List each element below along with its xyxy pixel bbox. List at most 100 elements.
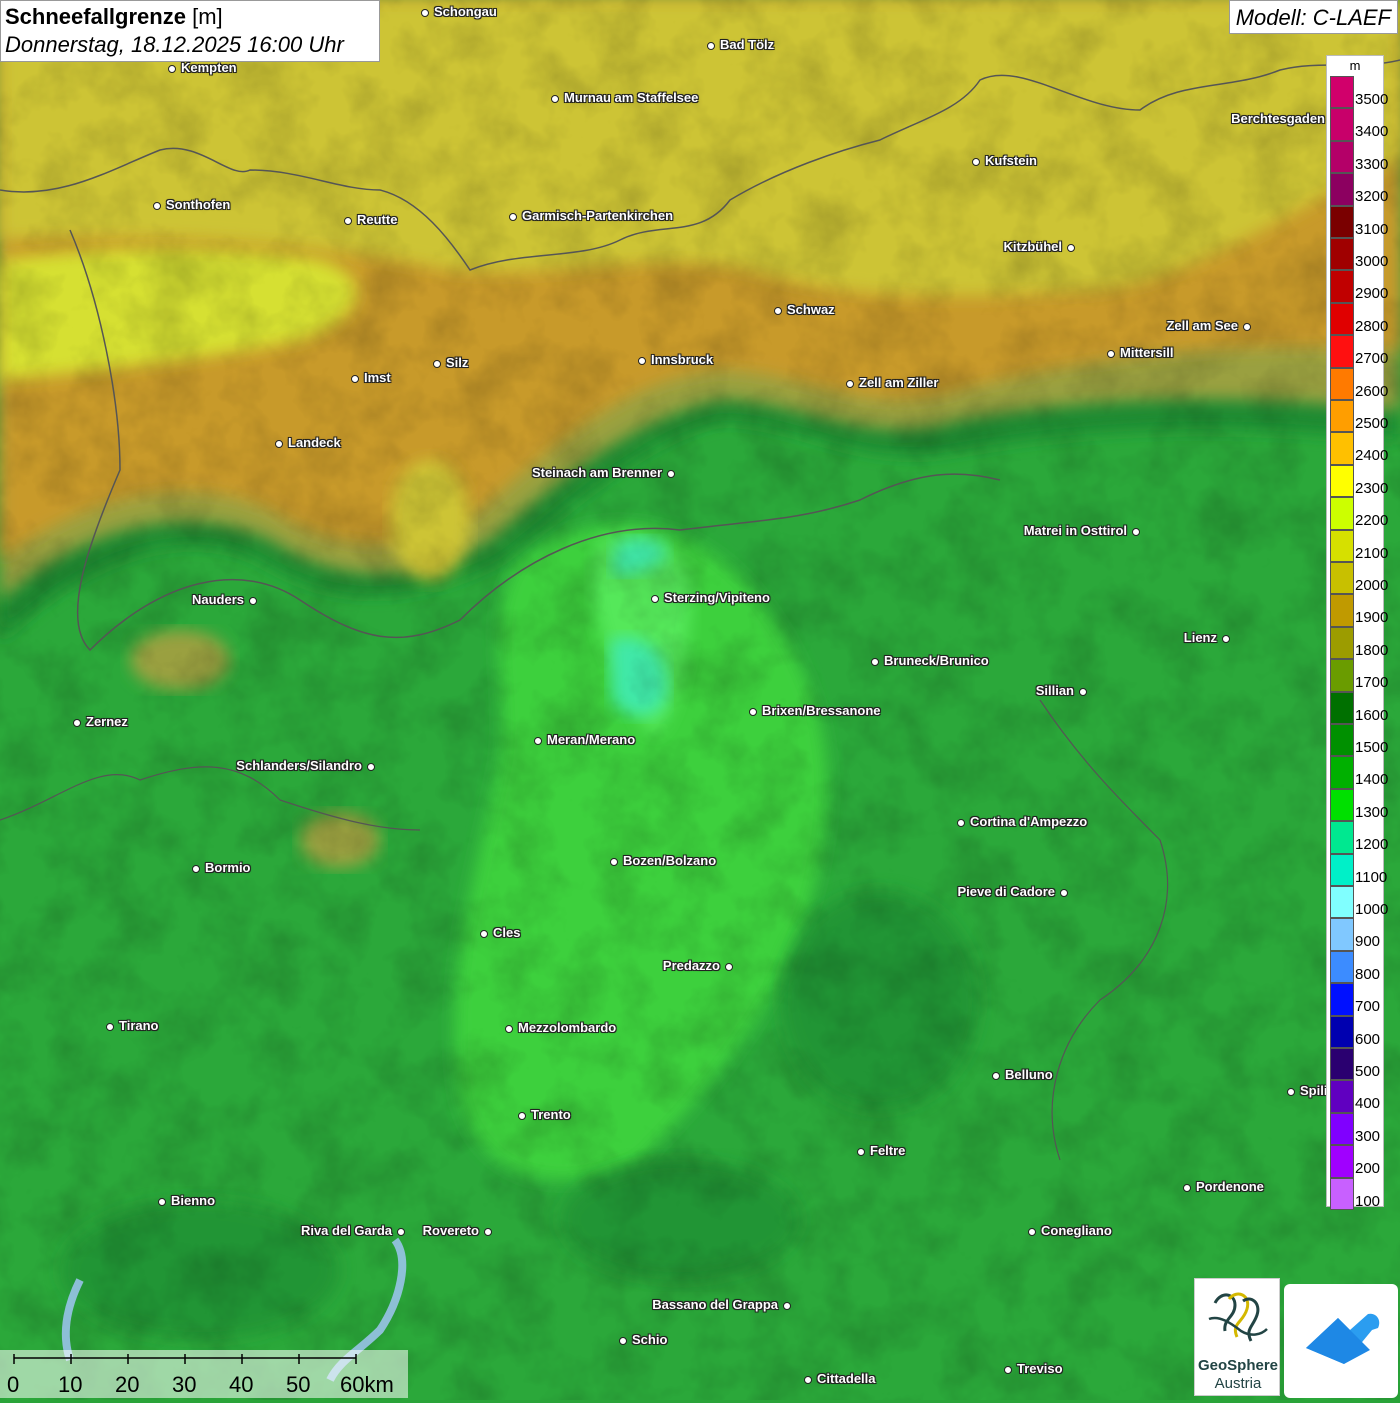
place-marker[interactable] (518, 1112, 526, 1120)
place-label: Zell am Ziller (859, 375, 939, 390)
legend-label: 1400 (1355, 771, 1389, 789)
place-marker[interactable] (638, 357, 646, 365)
place-marker[interactable] (484, 1228, 492, 1236)
legend-label: 1700 (1355, 674, 1389, 692)
place-marker[interactable] (667, 470, 675, 478)
austria-text: Austria (1214, 1375, 1262, 1392)
legend-label: 1800 (1355, 641, 1389, 659)
place-marker[interactable] (1287, 1088, 1295, 1096)
place-label: Imst (364, 370, 391, 385)
place-label: Sillian (1035, 683, 1074, 698)
place-marker[interactable] (725, 963, 733, 971)
place-label: Riva del Garda (300, 1223, 392, 1238)
place-label: Murnau am Staffelsee (564, 90, 699, 105)
place-marker[interactable] (534, 737, 542, 745)
place-marker[interactable] (106, 1023, 114, 1031)
place-label: Bassano del Grappa (652, 1297, 778, 1312)
legend-label: 1100 (1355, 868, 1388, 886)
place-marker[interactable] (619, 1337, 627, 1345)
weather-app-logo[interactable] (1284, 1284, 1398, 1398)
place-marker[interactable] (249, 597, 257, 605)
place-marker[interactable] (804, 1376, 812, 1384)
place-marker[interactable] (153, 202, 161, 210)
place-label: Bienno (171, 1193, 216, 1208)
place-marker[interactable] (168, 65, 176, 73)
legend-label: 2800 (1355, 317, 1389, 335)
place-label: Mezzolombardo (518, 1020, 617, 1035)
place-marker[interactable] (1132, 528, 1140, 536)
place-label: Schio (632, 1332, 668, 1347)
place-marker[interactable] (610, 858, 618, 866)
place-label: Lienz (1183, 630, 1217, 645)
place-marker[interactable] (1067, 244, 1075, 252)
place-marker[interactable] (158, 1198, 166, 1206)
legend-swatch (1330, 853, 1354, 886)
title-box: Schneefallgrenze [m] Donnerstag, 18.12.2… (0, 0, 380, 62)
place-marker[interactable] (551, 95, 559, 103)
place-label: Bozen/Bolzano (623, 853, 717, 868)
place-marker[interactable] (1028, 1228, 1036, 1236)
place-label: Kempten (181, 60, 237, 75)
place-marker[interactable] (509, 213, 517, 221)
legend-label: 1000 (1355, 901, 1389, 918)
legend-label: 600 (1355, 1030, 1381, 1048)
place-marker[interactable] (972, 158, 980, 166)
legend-label: 3200 (1355, 188, 1389, 206)
place-marker[interactable] (707, 42, 715, 50)
place-marker[interactable] (957, 819, 965, 827)
place-label: Landeck (288, 435, 341, 450)
place-marker[interactable] (1107, 350, 1115, 358)
legend-label: 3400 (1355, 123, 1389, 141)
place-marker[interactable] (749, 708, 757, 716)
place-marker[interactable] (783, 1302, 791, 1310)
scale-label-50: 50 (286, 1372, 311, 1397)
place-marker[interactable] (344, 217, 352, 225)
place-marker[interactable] (397, 1228, 405, 1236)
place-marker[interactable] (857, 1148, 865, 1156)
place-label: Zell am See (1166, 318, 1238, 333)
place-marker[interactable] (367, 763, 375, 771)
app-emblem-icon (1306, 1313, 1380, 1364)
place-label: Pieve di Cadore (957, 884, 1055, 899)
place-label: Tirano (119, 1018, 159, 1033)
place-marker[interactable] (1243, 323, 1251, 331)
legend-swatch (1330, 756, 1354, 789)
place-marker[interactable] (192, 865, 200, 873)
place-marker[interactable] (433, 360, 441, 368)
legend-swatch (1330, 367, 1354, 400)
place-label: Nauders (191, 592, 244, 607)
legend-label: 2700 (1355, 350, 1389, 368)
place-marker[interactable] (1222, 635, 1230, 643)
place-label: Sterzing/Vipiteno (664, 590, 770, 605)
place-marker[interactable] (275, 440, 283, 448)
place-marker[interactable] (421, 9, 429, 17)
place-label: Pordenone (1196, 1179, 1264, 1194)
place-marker[interactable] (1183, 1184, 1191, 1192)
place-marker[interactable] (480, 930, 488, 938)
place-marker[interactable] (871, 658, 879, 666)
legend-swatch (1330, 1080, 1354, 1113)
place-marker[interactable] (1004, 1366, 1012, 1374)
legend-label: 2200 (1355, 512, 1389, 530)
legend-label: 3300 (1355, 155, 1389, 173)
place-marker[interactable] (774, 307, 782, 315)
place-marker[interactable] (351, 375, 359, 383)
legend-label: 1900 (1355, 609, 1389, 627)
geosphere-logo[interactable]: GeoSphere Austria (1194, 1278, 1280, 1396)
legend-label: 2100 (1355, 544, 1389, 562)
scale-label-40: 40 (229, 1372, 254, 1397)
legend-swatch (1330, 788, 1354, 822)
place-marker[interactable] (846, 380, 854, 388)
place-marker[interactable] (992, 1072, 1000, 1080)
place-marker[interactable] (73, 719, 81, 727)
place-marker[interactable] (1060, 889, 1068, 897)
place-marker[interactable] (1079, 688, 1087, 696)
place-label: Mittersill (1120, 345, 1174, 360)
legend-swatch (1330, 594, 1354, 627)
place-marker[interactable] (651, 595, 659, 603)
legend-label: 900 (1355, 933, 1381, 951)
legend-unit: m (1349, 58, 1361, 73)
legend-swatch (1330, 983, 1354, 1016)
legend-swatch (1330, 205, 1354, 238)
place-marker[interactable] (505, 1025, 513, 1033)
